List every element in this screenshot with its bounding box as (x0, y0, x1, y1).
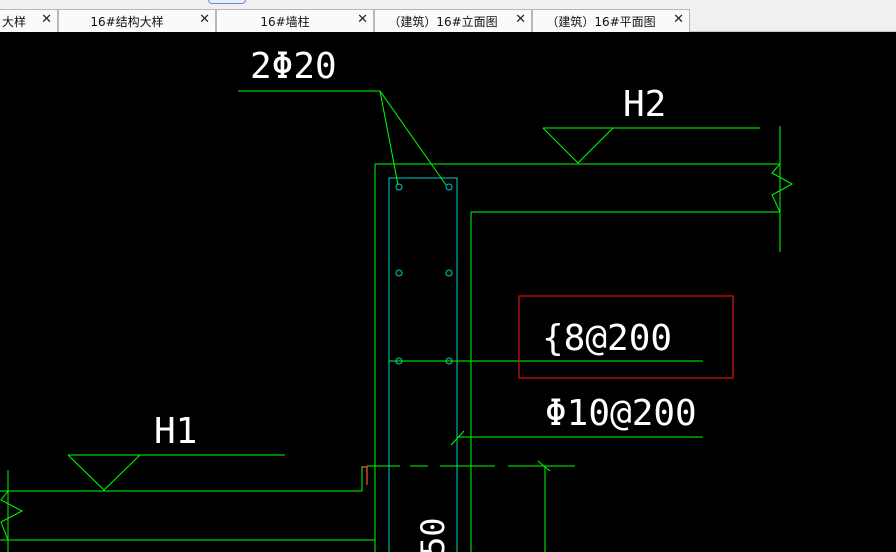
tab-elevation[interactable]: （建筑）16#立面图 ✕ (374, 9, 532, 32)
tab-scroll-handle[interactable] (208, 0, 246, 4)
tab-label: 16#墙柱 (260, 15, 310, 29)
rebar-label: 2Φ20 (250, 46, 337, 87)
stirrup-label: {8@200 (542, 318, 672, 359)
tab-label: （建筑）16#立面图 (388, 15, 498, 29)
document-tab-bar: 大样 ✕ 16#结构大样 ✕ 16#墙柱 ✕ （建筑）16#立面图 ✕ （建筑）… (0, 0, 896, 32)
close-icon[interactable]: ✕ (673, 12, 684, 27)
close-icon[interactable]: ✕ (515, 12, 526, 27)
tab-wall-column[interactable]: 16#墙柱 ✕ (216, 9, 374, 32)
level-h1-label: H1 (154, 411, 197, 452)
close-icon[interactable]: ✕ (357, 12, 368, 27)
level-h2-label: H2 (623, 84, 666, 125)
distribution-bar-label: Φ10@200 (545, 393, 697, 434)
tab-structure-detail[interactable]: 16#结构大样 ✕ (58, 9, 216, 32)
tab-label: （建筑）16#平面图 (546, 15, 656, 29)
tab-label: 16#结构大样 (90, 15, 164, 29)
close-icon[interactable]: ✕ (41, 12, 52, 27)
cad-drawing-canvas[interactable]: 2Φ20 H2 H1 {8@200 Φ10@200 50 (0, 32, 896, 552)
canvas-background (0, 32, 896, 552)
close-icon[interactable]: ✕ (199, 12, 210, 27)
tab-floor-plan[interactable]: （建筑）16#平面图 ✕ (532, 9, 690, 32)
dimension-label: 50 (414, 517, 452, 552)
tab-detail[interactable]: 大样 ✕ (0, 9, 58, 32)
tab-label: 大样 (1, 15, 26, 29)
